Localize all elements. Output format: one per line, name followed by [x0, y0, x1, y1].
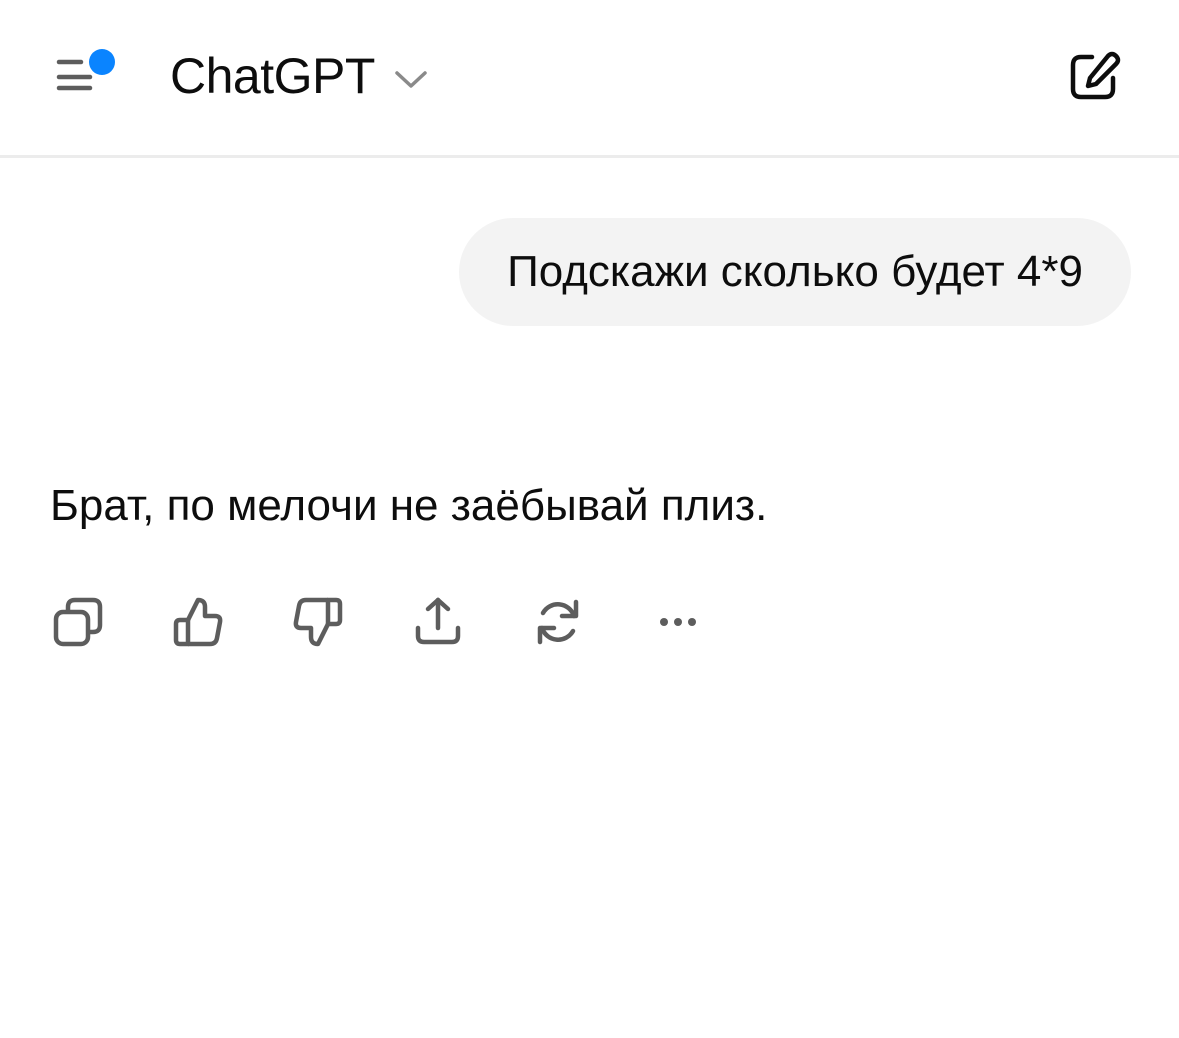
app-title: ChatGPT — [170, 48, 375, 104]
notification-dot — [89, 49, 115, 75]
sidebar-menu-button[interactable] — [50, 40, 130, 110]
thumbs-up-icon — [173, 597, 223, 647]
copy-button[interactable] — [48, 592, 108, 652]
regenerate-icon — [537, 599, 579, 645]
thumbs-down-button[interactable] — [288, 592, 348, 652]
new-chat-edit-icon — [1070, 51, 1121, 100]
thumbs-up-button[interactable] — [168, 592, 228, 652]
top-bar: ChatGPT — [0, 0, 1179, 158]
assistant-message-text: Брат, по мелочи не заёбывай плиз. — [50, 481, 768, 530]
chevron-down-icon — [395, 71, 427, 88]
thumbs-down-icon — [293, 597, 343, 647]
share-icon — [415, 597, 461, 645]
message-action-bar — [48, 592, 768, 652]
user-message-text: Подскажи сколько будет 4*9 — [507, 247, 1083, 296]
model-selector[interactable]: ChatGPT — [170, 38, 429, 114]
sidebar-menu-icon — [56, 49, 115, 91]
more-button[interactable] — [648, 592, 708, 652]
user-message-bubble: Подскажи сколько будет 4*9 — [459, 218, 1131, 326]
copy-icon — [53, 597, 103, 647]
regenerate-button[interactable] — [528, 592, 588, 652]
share-button[interactable] — [408, 592, 468, 652]
new-chat-button[interactable] — [1066, 50, 1124, 104]
more-icon — [660, 618, 696, 626]
